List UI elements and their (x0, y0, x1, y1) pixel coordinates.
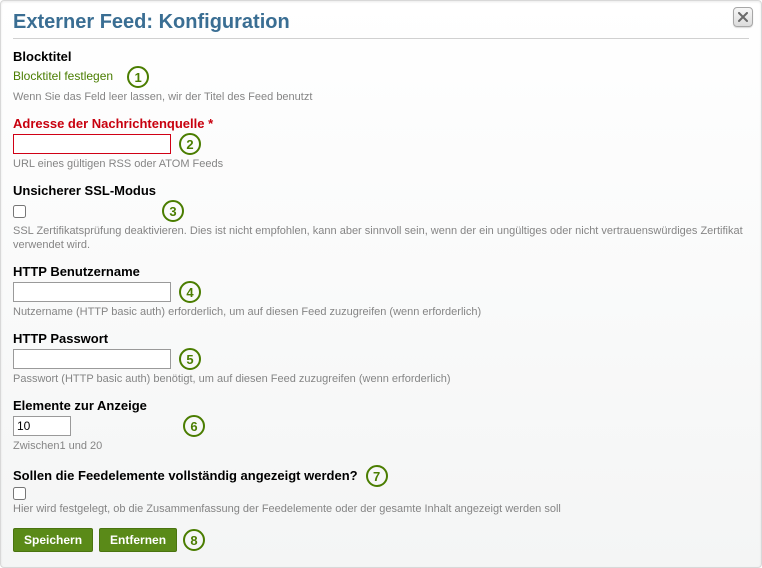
field-http-pass: HTTP Passwort 5 Passwort (HTTP basic aut… (13, 331, 749, 386)
close-button[interactable] (733, 7, 753, 27)
count-label: Elemente zur Anzeige (13, 398, 749, 413)
marker-6: 6 (183, 415, 205, 437)
url-input[interactable] (13, 134, 171, 154)
count-input[interactable] (13, 416, 71, 436)
blocktitle-help: Wenn Sie das Feld leer lassen, wir der T… (13, 90, 749, 104)
blocktitle-set-link[interactable]: Blocktitel festlegen (13, 69, 113, 83)
save-button[interactable]: Speichern (13, 528, 93, 552)
marker-4: 4 (179, 281, 201, 303)
required-asterisk: * (208, 116, 213, 131)
pass-input[interactable] (13, 349, 171, 369)
blocktitle-label: Blocktitel (13, 49, 749, 64)
full-checkbox[interactable] (13, 487, 26, 500)
dialog-title: Externer Feed: Konfiguration (13, 11, 749, 34)
full-label: Sollen die Feedelemente vollständig ange… (13, 468, 358, 483)
field-count: Elemente zur Anzeige 6 Zwischen1 und 20 (13, 398, 749, 453)
close-icon (738, 12, 748, 22)
divider (13, 38, 749, 39)
count-help: Zwischen1 und 20 (13, 439, 749, 453)
user-help: Nutzername (HTTP basic auth) erforderlic… (13, 305, 749, 319)
insecure-label: Unsicherer SSL-Modus (13, 183, 749, 198)
field-blocktitle: Blocktitel Blocktitel festlegen 1 Wenn S… (13, 49, 749, 104)
full-help: Hier wird festgelegt, ob die Zusammenfas… (13, 502, 749, 516)
dialog-frame: Externer Feed: Konfiguration Blocktitel … (0, 0, 762, 568)
remove-button[interactable]: Entfernen (99, 528, 177, 552)
marker-8: 8 (183, 529, 205, 551)
marker-5: 5 (179, 348, 201, 370)
marker-1: 1 (127, 66, 149, 88)
insecure-checkbox[interactable] (13, 205, 26, 218)
pass-label: HTTP Passwort (13, 331, 749, 346)
field-url: Adresse der Nachrichtenquelle * 2 URL ei… (13, 116, 749, 171)
url-help: URL eines gültigen RSS oder ATOM Feeds (13, 157, 749, 171)
marker-7: 7 (366, 465, 388, 487)
pass-help: Passwort (HTTP basic auth) benötigt, um … (13, 372, 749, 386)
button-row: Speichern Entfernen 8 (13, 528, 749, 552)
field-full-display: Sollen die Feedelemente vollständig ange… (13, 465, 749, 516)
insecure-help: SSL Zertifikatsprüfung deaktivieren. Die… (13, 224, 749, 252)
field-http-user: HTTP Benutzername 4 Nutzername (HTTP bas… (13, 264, 749, 319)
marker-2: 2 (179, 133, 201, 155)
url-label-text: Adresse der Nachrichtenquelle (13, 116, 204, 131)
user-label: HTTP Benutzername (13, 264, 749, 279)
marker-3: 3 (162, 200, 184, 222)
url-label: Adresse der Nachrichtenquelle * (13, 116, 749, 131)
user-input[interactable] (13, 282, 171, 302)
field-insecure-ssl: Unsicherer SSL-Modus 3 SSL Zertifikatspr… (13, 183, 749, 252)
